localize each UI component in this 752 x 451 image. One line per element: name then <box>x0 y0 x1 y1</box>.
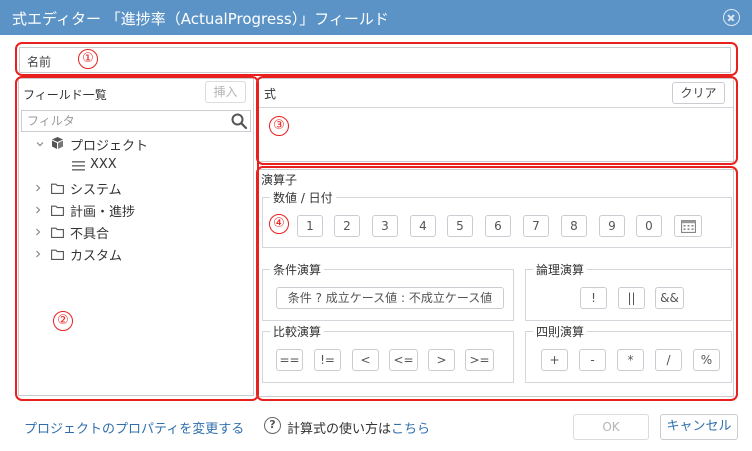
annotation-box-operators <box>256 166 738 401</box>
dialog-titlebar: 式エディター 「進捗率（ActualProgress）」フィールド <box>0 0 752 35</box>
badge-1: ① <box>78 49 98 69</box>
badge-3: ③ <box>269 116 289 136</box>
change-project-properties-link[interactable]: プロジェクトのプロパティを変更する <box>24 418 244 437</box>
help-text: 計算式の使い方はこちら <box>287 418 430 437</box>
annotation-box-field-list <box>15 76 259 401</box>
help-link[interactable]: こちら <box>391 422 430 437</box>
ok-button[interactable]: OK <box>573 414 649 440</box>
cancel-button[interactable]: キャンセル <box>660 414 738 440</box>
help-icon: ? <box>264 417 281 434</box>
dialog-title: 式エディター 「進捗率（ActualProgress）」フィールド <box>12 10 389 28</box>
badge-2: ② <box>53 311 73 331</box>
close-icon[interactable] <box>723 9 740 26</box>
help-text-label: 計算式の使い方は <box>287 422 392 437</box>
annotation-box-name <box>15 42 738 76</box>
annotation-box-formula <box>256 76 738 165</box>
badge-4: ④ <box>269 214 289 234</box>
